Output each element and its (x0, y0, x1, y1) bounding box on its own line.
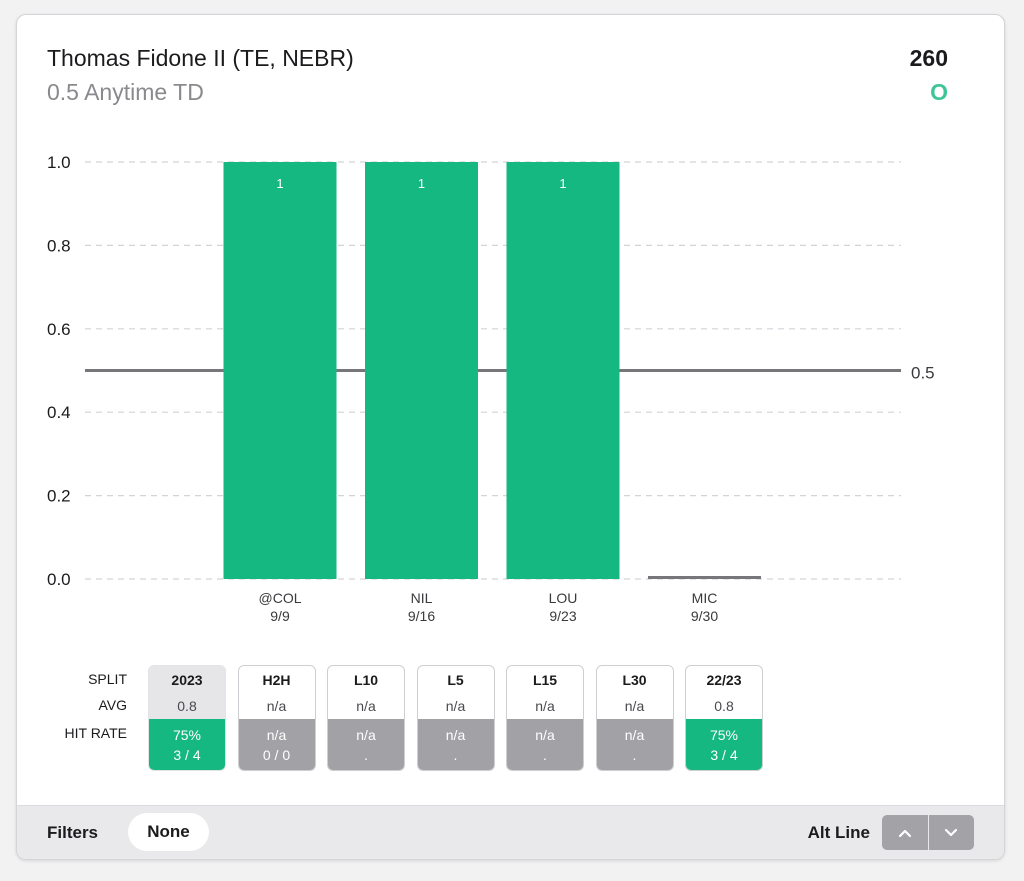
split-name: L30 (622, 672, 647, 688)
split-avg: n/a (624, 698, 645, 714)
avg-label: AVG (98, 697, 127, 713)
hit-rate-label: HIT RATE (64, 725, 128, 741)
prop-card: Thomas Fidone II (TE, NEBR) 0.5 Anytime … (16, 14, 1005, 860)
player-name: Thomas Fidone II (TE, NEBR) (47, 45, 354, 71)
filter-none-button[interactable]: None (128, 813, 209, 851)
split-hit-rate: n/a. (596, 719, 673, 770)
split-name: L10 (353, 672, 379, 688)
split-hit-pct: n/a (445, 727, 466, 743)
split-hit-pct: n/a (535, 727, 555, 743)
split-l30-box[interactable]: L30 n/a n/a. (595, 665, 674, 771)
x-tick-label: LOU (549, 590, 578, 606)
chevron-up-icon (898, 829, 911, 837)
split-2023-box[interactable]: 2023 0.8 75% 3 / 4 (148, 665, 226, 771)
split-hit-pct: 75% (709, 727, 739, 743)
split-name: 2023 (149, 666, 225, 695)
split-hit-rate: n/a 0 / 0 (238, 719, 315, 770)
bar (648, 576, 761, 579)
split-hit-fraction: . (453, 747, 458, 763)
split-name: 22/23 (706, 672, 742, 688)
x-tick-label: NIL (411, 590, 433, 606)
split-name: H2H (262, 672, 291, 688)
split-hit-pct: n/a (624, 727, 645, 743)
prop-line-label: 0.5 (911, 364, 935, 383)
bar (365, 162, 478, 579)
filters-label: Filters (47, 823, 99, 842)
split-hit-pct: n/a (266, 727, 287, 743)
split-avg: 0.8 (149, 695, 225, 720)
alt-line-buttons (882, 815, 974, 850)
prop-line: 0.5 Anytime TD (47, 79, 204, 105)
alt-line-up-button[interactable] (882, 815, 928, 850)
split-hit-fraction: 3 / 4 (710, 747, 738, 763)
x-tick-label: MIC (692, 590, 718, 606)
split-h2h-box[interactable]: H2H n/a n/a 0 / 0 (237, 665, 316, 771)
over-under-side: O (930, 79, 948, 105)
bar-data-label: 1 (276, 176, 283, 191)
split-hit-pct: n/a (356, 727, 376, 743)
y-tick-label: 0.4 (47, 403, 71, 422)
split-name: L15 (532, 672, 558, 688)
split-hit-fraction: . (632, 747, 637, 763)
y-tick-label: 0.8 (47, 236, 71, 255)
split-avg: n/a (445, 698, 466, 714)
split-hit-rate: n/a. (328, 719, 404, 770)
x-tick-label: @COL (259, 590, 302, 606)
y-tick-label: 0.2 (47, 487, 71, 506)
split-label: SPLIT (88, 671, 127, 687)
split-name: L5 (447, 672, 464, 688)
split-hit-rate: n/a. (507, 719, 583, 770)
x-tick-date: 9/23 (549, 608, 576, 624)
split-2223-box[interactable]: 22/23 0.8 75% 3 / 4 (685, 665, 763, 771)
bar-data-label: 1 (418, 176, 425, 191)
split-avg: 0.8 (714, 698, 734, 714)
footer-bar: Filters None Alt Line (17, 805, 1004, 859)
chevron-down-icon (945, 828, 958, 836)
split-l5-box[interactable]: L5 n/a n/a. (416, 665, 495, 771)
bar-chart: 0.0 0.2 0.4 0.6 0.8 1.0 1 @COL 9/9 1 NIL 9/16 1 LOU 9/… (47, 153, 935, 624)
y-tick-label: 0.0 (47, 570, 71, 589)
split-avg: n/a (266, 698, 287, 714)
alt-line-label: Alt Line (807, 823, 870, 842)
splits-table: SPLIT AVG HIT RATE 2023 0.8 75% 3 / 4 H2H n/a… (17, 663, 1004, 773)
split-hit-rate: n/a. (417, 719, 494, 770)
bar (506, 162, 620, 579)
split-avg: n/a (535, 698, 555, 714)
alt-line-down-button[interactable] (927, 815, 974, 850)
x-tick-date: 9/9 (270, 608, 290, 624)
odds-value: 260 (909, 45, 948, 71)
split-hit-rate: 75% 3 / 4 (686, 719, 762, 770)
x-tick-date: 9/30 (691, 608, 718, 624)
split-hit-fraction: . (364, 747, 368, 763)
split-hit-rate: 75% 3 / 4 (149, 719, 225, 770)
split-hit-fraction: . (543, 747, 547, 763)
split-hit-fraction: 3 / 4 (173, 747, 201, 763)
split-l10-box[interactable]: L10 n/a n/a. (327, 665, 405, 771)
split-hit-pct: 75% (172, 727, 202, 743)
bar-data-label: 1 (559, 176, 566, 191)
x-tick-date: 9/16 (408, 608, 435, 624)
bar (223, 162, 337, 579)
split-avg: n/a (356, 698, 376, 714)
split-hit-fraction: 0 / 0 (262, 747, 291, 763)
split-l15-box[interactable]: L15 n/a n/a. (506, 665, 584, 771)
y-tick-label: 1.0 (47, 153, 71, 172)
y-tick-label: 0.6 (47, 320, 71, 339)
